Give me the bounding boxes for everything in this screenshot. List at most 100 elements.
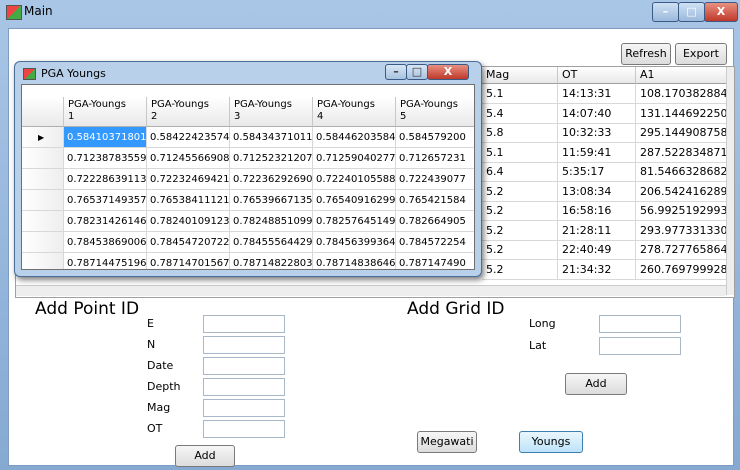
pga-cell[interactable]: 0.712523212079...	[230, 148, 313, 169]
pga-cell[interactable]: 0.722362926904...	[230, 169, 313, 190]
quake-cell[interactable]: 5.4	[482, 103, 558, 124]
export-button[interactable]: Export	[675, 43, 727, 65]
quake-cell[interactable]: 14:13:31	[558, 84, 636, 104]
e-input[interactable]	[203, 315, 285, 333]
long-input[interactable]	[599, 315, 681, 333]
pga-maximize-button[interactable]: □	[406, 64, 428, 80]
pga-row-header[interactable]	[22, 148, 64, 169]
youngs-button[interactable]: Youngs	[519, 431, 583, 453]
pga-cell[interactable]: 0.787147490	[396, 253, 474, 269]
pga-cell[interactable]: 0.765384111219...	[147, 190, 230, 211]
quake-col-header[interactable]: Mag	[482, 67, 558, 84]
quake-cell[interactable]: 131.1446922502...	[636, 103, 728, 124]
pga-cell[interactable]: 0.765421584	[396, 190, 474, 211]
pga-cell[interactable]: 0.765396671353...	[230, 190, 313, 211]
lat-input[interactable]	[599, 337, 681, 355]
pga-row-header[interactable]	[22, 211, 64, 232]
quake-cell[interactable]: 56.99251929938...	[636, 201, 728, 221]
pga-col-header[interactable]: PGA-Youngs 5	[396, 97, 474, 127]
pga-cell[interactable]: 0.584103718010...	[64, 127, 147, 148]
pga-cell[interactable]: 0.782314261462...	[64, 211, 147, 232]
pga-col-header[interactable]: PGA-Youngs 1	[64, 97, 147, 127]
pga-cell[interactable]: 0.784538690066...	[64, 232, 147, 253]
quake-cell[interactable]: 13:08:34	[558, 181, 636, 202]
pga-cell[interactable]: 0.584462035842...	[313, 127, 396, 148]
quake-cell[interactable]: 21:28:11	[558, 220, 636, 241]
quake-cell[interactable]: 16:58:16	[558, 201, 636, 221]
quake-cell[interactable]: 295.1449087580...	[636, 123, 728, 143]
pga-cell[interactable]: 0.712590402775...	[313, 148, 396, 169]
quake-cell[interactable]: 293.9773313305...	[636, 220, 728, 241]
pga-cell[interactable]: 0.784572254	[396, 232, 474, 253]
pga-cell[interactable]: 0.584224235742...	[147, 127, 230, 148]
quake-cell[interactable]: 260.7697999280...	[636, 259, 728, 280]
pga-cell[interactable]: 0.722401055882...	[313, 169, 396, 190]
pga-cell[interactable]: 0.784555644295...	[230, 232, 313, 253]
quake-cell[interactable]: 5.2	[482, 201, 558, 221]
pga-row-header[interactable]	[22, 232, 64, 253]
quake-cell[interactable]: 278.7277658648...	[636, 240, 728, 260]
quake-cell[interactable]: 5.1	[482, 84, 558, 104]
pga-cell[interactable]: 0.782664905	[396, 211, 474, 232]
pga-cell[interactable]: 0.782488510995...	[230, 211, 313, 232]
quake-cell[interactable]: 5.2	[482, 220, 558, 241]
quake-cell[interactable]: 5.1	[482, 142, 558, 163]
pga-close-button[interactable]: X	[427, 64, 469, 80]
pga-grid[interactable]: PGA-Youngs 1 PGA-Youngs 2 PGA-Youngs 3 PGA-You…	[21, 84, 475, 270]
quake-cell[interactable]: 206.5424162890...	[636, 181, 728, 202]
pga-cell[interactable]: 0.765409162993...	[313, 190, 396, 211]
quake-cell[interactable]: 22:40:49	[558, 240, 636, 260]
quake-cell[interactable]: 11:59:41	[558, 142, 636, 163]
pga-cell[interactable]: 0.787147015679...	[147, 253, 230, 269]
pga-cell[interactable]: 0.584579200	[396, 127, 474, 148]
ot-input[interactable]	[203, 420, 285, 438]
pga-cell[interactable]: 0.722324694213...	[147, 169, 230, 190]
quake-cell[interactable]: 5.2	[482, 240, 558, 260]
pga-cell[interactable]: 0.584343710117...	[230, 127, 313, 148]
pga-cell[interactable]: 0.712455669080...	[147, 148, 230, 169]
n-input[interactable]	[203, 336, 285, 354]
quake-cell[interactable]: 108.1703828849...	[636, 84, 728, 104]
quake-col-header[interactable]: A1	[636, 67, 728, 84]
pga-col-header[interactable]: PGA-Youngs 2	[147, 97, 230, 127]
megawati-button[interactable]: Megawati	[417, 431, 477, 453]
quake-cell[interactable]: 5.2	[482, 181, 558, 202]
pga-row-header[interactable]	[22, 253, 64, 269]
close-button[interactable]: X	[704, 2, 738, 22]
minimize-button[interactable]: –	[652, 2, 679, 22]
pga-row-header[interactable]	[22, 190, 64, 211]
date-input[interactable]	[203, 357, 285, 375]
quake-cell[interactable]: 10:32:33	[558, 123, 636, 143]
add-point-button[interactable]: Add	[175, 445, 235, 467]
pga-cell[interactable]: 0.787148228038...	[230, 253, 313, 269]
pga-col-header[interactable]: PGA-Youngs 4	[313, 97, 396, 127]
quake-hscroll[interactable]	[16, 285, 726, 296]
pga-cell[interactable]: 0.787144751966...	[64, 253, 147, 269]
quake-cell[interactable]: 5:35:17	[558, 162, 636, 182]
quake-cell[interactable]: 14:07:40	[558, 103, 636, 124]
pga-cell[interactable]: 0.722286391130...	[64, 169, 147, 190]
quake-cell[interactable]: 5.2	[482, 259, 558, 280]
mag-input[interactable]	[203, 399, 285, 417]
quake-vscroll[interactable]	[726, 67, 734, 295]
pga-cell[interactable]: 0.782401091231...	[147, 211, 230, 232]
quake-cell[interactable]: 21:34:32	[558, 259, 636, 280]
quake-cell[interactable]: 5.8	[482, 123, 558, 143]
pga-cell[interactable]: 0.782576451493...	[313, 211, 396, 232]
pga-cell[interactable]: 0.784563993648...	[313, 232, 396, 253]
depth-input[interactable]	[203, 378, 285, 396]
pga-col-header[interactable]: PGA-Youngs 3	[230, 97, 313, 127]
quake-cell[interactable]: 6.4	[482, 162, 558, 182]
quake-cell[interactable]: 287.5228348718...	[636, 142, 728, 163]
quake-col-header[interactable]: OT	[558, 67, 636, 84]
pga-cell[interactable]: 0.765371493575...	[64, 190, 147, 211]
pga-cell[interactable]: 0.784547207220...	[147, 232, 230, 253]
quake-cell[interactable]: 81.54663286822...	[636, 162, 728, 182]
pga-row-header[interactable]	[22, 169, 64, 190]
pga-cell[interactable]: 0.712657231	[396, 148, 474, 169]
refresh-button[interactable]: Refresh	[621, 43, 671, 65]
pga-cell[interactable]: 0.787148386468...	[313, 253, 396, 269]
pga-row-header[interactable]: ▶	[22, 127, 64, 148]
pga-cell[interactable]: 0.712387835592...	[64, 148, 147, 169]
maximize-button[interactable]: □	[678, 2, 705, 22]
